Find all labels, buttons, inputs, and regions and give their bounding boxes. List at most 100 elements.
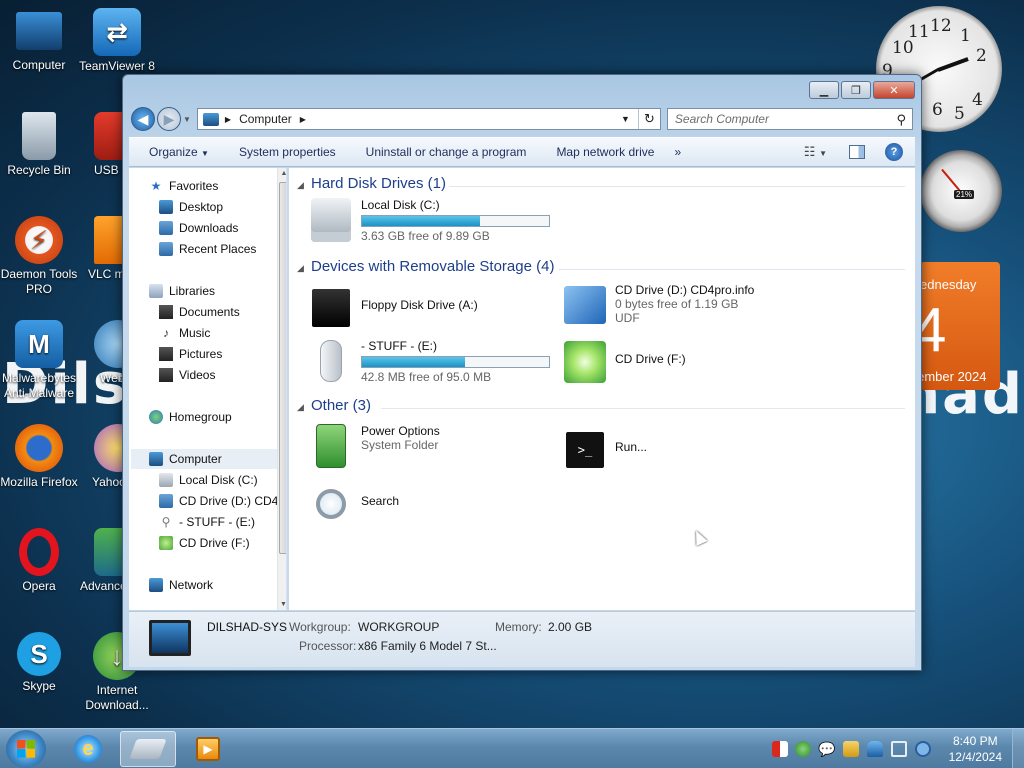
nav-network[interactable]: Network: [149, 575, 213, 595]
search-icon[interactable]: ⚲: [896, 112, 906, 128]
map-network-drive-button[interactable]: Map network drive: [541, 145, 669, 159]
recent-places-icon: [159, 242, 173, 256]
nav-computer[interactable]: Computer: [131, 449, 277, 469]
nav-music[interactable]: ♪ Music: [159, 323, 210, 343]
disk-usage-bar: [361, 215, 550, 227]
network-icon[interactable]: [891, 741, 907, 757]
nav-cd-drive-f[interactable]: CD Drive (F:): [159, 533, 250, 553]
preview-pane-icon[interactable]: [849, 145, 865, 159]
nav-desktop[interactable]: Desktop: [159, 197, 223, 217]
show-desktop-button[interactable]: [1012, 729, 1024, 768]
change-view-icon[interactable]: ☷ ▼: [804, 144, 827, 160]
scroll-down-icon[interactable]: ▼: [278, 601, 286, 608]
desktop-icon-skype[interactable]: S Skype: [0, 632, 78, 694]
collapse-group-icon[interactable]: ◢: [297, 180, 304, 191]
close-button[interactable]: ✕: [873, 81, 915, 99]
minimize-button[interactable]: ▁: [809, 81, 839, 99]
desktop-icon-usb-security[interactable]: USB Disk Security: [78, 112, 122, 178]
explorer-window[interactable]: ▁ ❐ ✕ ◀ ▶ ▼ ▶ Computer ▶ ▼ ↻ Search Comp…: [122, 74, 922, 671]
recent-pages-dropdown-icon[interactable]: ▼: [183, 115, 191, 124]
start-button[interactable]: [6, 730, 46, 768]
nav-documents[interactable]: Documents: [159, 302, 240, 322]
item-run[interactable]: >_ Run...: [563, 428, 647, 472]
uninstall-program-button[interactable]: Uninstall or change a program: [351, 145, 542, 159]
run-command-icon: >_: [563, 428, 607, 472]
recycle-bin-icon: [22, 112, 56, 160]
nav-favorites[interactable]: ★ Favorites: [149, 176, 219, 196]
computer-icon: [149, 452, 163, 466]
item-cd-drive-f[interactable]: CD Drive (F:): [563, 340, 686, 384]
recovery-icon: [94, 528, 122, 576]
system-clock[interactable]: 8:40 PM 12/4/2024: [949, 733, 1002, 765]
security-shield-icon[interactable]: [772, 741, 788, 757]
nav-homegroup[interactable]: Homegroup: [149, 407, 232, 427]
breadcrumb-separator-icon[interactable]: ▶: [225, 115, 231, 124]
nav-cd-drive-d[interactable]: CD Drive (D:) CD4pro.info: [159, 491, 286, 511]
nav-downloads[interactable]: Downloads: [159, 218, 238, 238]
search-input[interactable]: Search Computer ⚲: [666, 108, 913, 130]
maximize-button[interactable]: ❐: [841, 81, 871, 99]
group-hard-disk-drives[interactable]: Hard Disk Drives (1): [311, 175, 446, 192]
messenger-icon[interactable]: 💬: [818, 741, 835, 757]
collapse-group-icon[interactable]: ◢: [297, 263, 304, 274]
forward-button[interactable]: ▶: [157, 107, 181, 131]
nav-videos[interactable]: Videos: [159, 365, 215, 385]
help-icon[interactable]: ?: [885, 143, 903, 161]
taskbar-windows-explorer[interactable]: [120, 731, 176, 767]
breadcrumb-computer[interactable]: Computer: [239, 112, 292, 126]
address-dropdown-icon[interactable]: ▼: [621, 114, 630, 124]
system-properties-button[interactable]: System properties: [224, 145, 351, 159]
navigation-bar: ◀ ▶ ▼ ▶ Computer ▶ ▼ ↻ Search Computer ⚲: [131, 105, 913, 133]
update-icon[interactable]: [795, 741, 811, 757]
taskbar-media-player[interactable]: ▶: [180, 731, 236, 767]
collapse-group-icon[interactable]: ◢: [297, 402, 304, 413]
desktop-icon-advanced-recovery[interactable]: Advanced Recovery: [78, 528, 122, 594]
computer-icon: [16, 12, 62, 50]
meter-needle: [941, 168, 961, 192]
nav-stuff-drive[interactable]: ⚲ - STUFF - (E:): [159, 512, 255, 532]
desktop-icon-vlc[interactable]: VLC media player: [78, 216, 122, 282]
desktop-icon-firefox[interactable]: Mozilla Firefox: [0, 424, 78, 490]
content-pane: ◢ Hard Disk Drives (1) Local Disk (C:) 3…: [289, 168, 915, 610]
action-center-icon[interactable]: [867, 741, 883, 757]
item-search[interactable]: Search: [309, 482, 399, 526]
desktop-icon-web-navigator[interactable]: Web Navigator: [78, 320, 122, 386]
desktop-icon-recycle-bin[interactable]: Recycle Bin: [0, 112, 78, 178]
scrollbar-thumb[interactable]: [279, 182, 286, 554]
cpu-meter-gadget[interactable]: 21%: [920, 150, 1002, 232]
nav-local-disk[interactable]: Local Disk (C:): [159, 470, 258, 490]
nav-libraries[interactable]: Libraries: [149, 281, 215, 301]
desktop-icon-computer[interactable]: Computer: [0, 8, 78, 73]
desktop-icon-opera[interactable]: Opera: [0, 528, 78, 594]
clock-number: 2: [976, 46, 987, 66]
chevron-down-icon: ▼: [201, 149, 209, 158]
organize-menu[interactable]: Organize ▼: [129, 145, 224, 159]
windows-logo-icon: [17, 740, 35, 758]
volume-icon[interactable]: [915, 741, 931, 757]
gadget-icon[interactable]: [843, 741, 859, 757]
item-power-options[interactable]: Power Options System Folder: [309, 424, 440, 468]
item-cd-drive-d[interactable]: CD Drive (D:) CD4pro.info 0 bytes free o…: [563, 283, 754, 327]
scroll-up-icon[interactable]: ▲: [278, 170, 286, 177]
nav-recent-places[interactable]: Recent Places: [159, 239, 256, 259]
item-stuff-drive[interactable]: - STUFF - (E:) 42.8 MB free of 95.0 MB: [309, 339, 550, 384]
item-floppy-drive[interactable]: Floppy Disk Drive (A:): [309, 286, 478, 330]
taskbar-internet-explorer[interactable]: e: [60, 731, 116, 767]
group-other[interactable]: Other (3): [311, 397, 371, 414]
more-commands-button[interactable]: »: [669, 145, 696, 159]
navigation-tree: ★ Favorites Desktop Downloads Recent Plac…: [129, 168, 287, 610]
breadcrumb-separator-icon[interactable]: ▶: [300, 115, 306, 124]
group-removable-storage[interactable]: Devices with Removable Storage (4): [311, 258, 554, 275]
desktop-icon-daemon-tools[interactable]: ⚡ Daemon Tools PRO: [0, 216, 78, 297]
back-button[interactable]: ◀: [131, 107, 155, 131]
desktop-icon-teamviewer[interactable]: ⇄ TeamViewer 8: [78, 8, 156, 74]
item-local-disk[interactable]: Local Disk (C:) 3.63 GB free of 9.89 GB: [309, 198, 550, 243]
skype-icon: S: [17, 632, 61, 676]
calendar-gadget[interactable]: Wednesday 4 December 2024: [920, 262, 1000, 390]
desktop-icon-yahoo-messenger[interactable]: Yahoo! Messenger: [78, 424, 122, 490]
nav-pictures[interactable]: Pictures: [159, 344, 222, 364]
desktop-icon-malwarebytes[interactable]: M Malwarebytes Anti-Malware: [0, 320, 78, 401]
navigation-scrollbar[interactable]: ▲ ▼: [277, 168, 286, 610]
address-bar[interactable]: ▶ Computer ▶ ▼ ↻: [196, 108, 661, 130]
refresh-icon[interactable]: ↻: [637, 109, 660, 129]
